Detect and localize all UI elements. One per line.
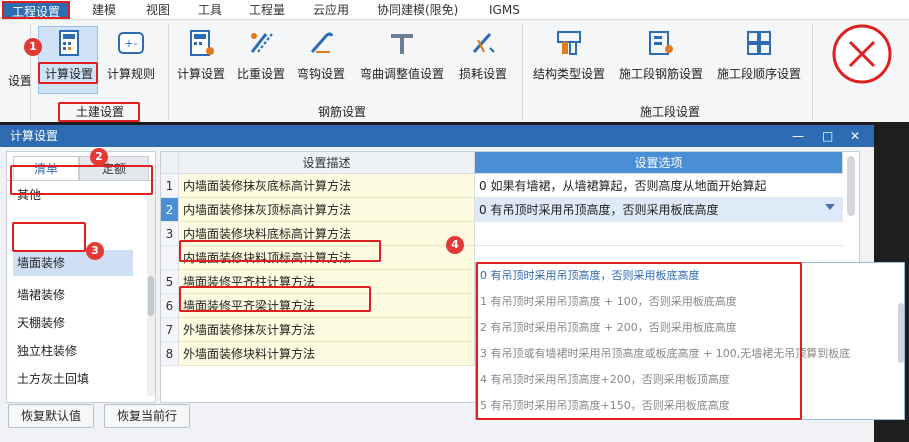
menu-modeling[interactable]: 建模 xyxy=(92,2,116,18)
section-rebar-label: 施工段钢筋设置 xyxy=(618,67,703,81)
row-desc: 外墙面装修抹灰计算方法 xyxy=(179,318,475,342)
menu-igms[interactable]: IGMS xyxy=(489,2,520,18)
bend-adjust-icon xyxy=(391,34,413,54)
weight-icon xyxy=(250,33,273,53)
calc-rules-icon: +- xyxy=(118,32,144,54)
chevron-down-icon[interactable] xyxy=(825,204,835,210)
list-item[interactable]: 墙裙装修 xyxy=(13,282,133,308)
hook-settings-label: 弯钩设置 xyxy=(296,67,345,81)
bend-adjust-label: 弯曲调整值设置 xyxy=(359,67,444,81)
header-desc: 设置描述 xyxy=(179,152,475,174)
structure-type-button[interactable]: 结构类型设置 xyxy=(528,28,610,82)
row-number: 1 xyxy=(161,174,179,198)
row-desc: 内墙面装修抹灰顶标高计算方法 xyxy=(179,198,475,222)
row-number: 6 xyxy=(161,294,179,318)
step-badge: 3 xyxy=(86,242,104,260)
highlight-wall-finish xyxy=(12,222,86,252)
section-order-button[interactable]: 施工段顺序设置 xyxy=(712,28,806,82)
step-badge: 4 xyxy=(446,236,464,254)
civil-calc-rules-label: 计算规则 xyxy=(106,67,155,81)
row-number: 7 xyxy=(161,318,179,342)
step-badge: 1 xyxy=(24,38,42,56)
menu-cloud[interactable]: 云应用 xyxy=(313,2,349,18)
dropdown-scrollbar[interactable] xyxy=(898,303,904,363)
calculator-icon xyxy=(59,30,79,56)
row-option[interactable]: 0 如果有墙裙，从墙裙算起，否则高度从地面开始算起 xyxy=(475,174,843,198)
restore-default-button[interactable]: 恢复默认值 xyxy=(8,404,94,428)
menu-view[interactable]: 视图 xyxy=(146,2,170,18)
loss-settings-label: 损耗设置 xyxy=(458,67,507,81)
svg-text:+-: +- xyxy=(124,37,137,50)
section-rebar-icon xyxy=(649,31,673,55)
list-item[interactable]: 天棚装修 xyxy=(13,310,133,336)
row-option-select[interactable]: 0 有吊顶时采用吊顶高度，否则采用板底高度 xyxy=(475,198,843,222)
structure-type-label: 结构类型设置 xyxy=(532,67,605,81)
highlight-row-2 xyxy=(179,240,381,262)
list-item[interactable]: 土方灰土回填 xyxy=(13,366,133,392)
row-number: 2 xyxy=(161,198,179,222)
menu-quantities[interactable]: 工程量 xyxy=(249,2,285,18)
highlight-tabs xyxy=(10,165,153,195)
highlight-dropdown xyxy=(476,262,802,420)
row-desc: 外墙面装修块料计算方法 xyxy=(179,342,475,366)
grid-corner xyxy=(161,152,179,174)
structure-type-icon xyxy=(557,31,581,55)
dialog-close-button[interactable]: ✕ xyxy=(850,128,860,144)
section-group-label: 施工段设置 xyxy=(640,105,701,119)
section-order-icon xyxy=(747,31,771,55)
row-option[interactable] xyxy=(475,222,843,246)
civil-calc-rules-button[interactable]: +- 计算规则 xyxy=(96,28,166,82)
highlight-row-4 xyxy=(179,286,371,312)
list-item-selected[interactable]: 墙面装修 xyxy=(13,250,133,276)
section-order-label: 施工段顺序设置 xyxy=(716,67,801,81)
minimize-button[interactable]: — xyxy=(792,128,804,144)
highlight-calc-settings xyxy=(38,62,98,84)
rebar-group-label: 钢筋设置 xyxy=(318,105,367,119)
row-desc: 内墙面装修抹灰底标高计算方法 xyxy=(179,174,475,198)
bend-adjust-button[interactable]: 弯曲调整值设置 xyxy=(354,28,450,82)
menu-tools[interactable]: 工具 xyxy=(198,2,222,18)
hook-settings-button[interactable]: 弯钩设置 xyxy=(286,28,356,82)
section-rebar-button[interactable]: 施工段钢筋设置 xyxy=(614,28,708,82)
restore-row-button[interactable]: 恢复当前行 xyxy=(104,404,190,428)
menu-project-settings[interactable]: 工程设置 xyxy=(2,1,71,19)
highlight-civil-group xyxy=(58,102,140,122)
hook-icon xyxy=(310,32,334,53)
header-option: 设置选项 xyxy=(475,152,843,174)
step-badge: 2 xyxy=(90,148,108,166)
row-number xyxy=(161,246,179,270)
close-icon[interactable] xyxy=(828,20,896,88)
list-scrollbar[interactable] xyxy=(147,196,155,396)
loss-icon xyxy=(472,33,495,53)
list-item[interactable] xyxy=(13,394,133,404)
row-number: 3 xyxy=(161,222,179,246)
dialog-title: 计算设置 xyxy=(0,125,874,147)
menu-collab[interactable]: 协同建模(限免) xyxy=(377,2,458,18)
rebar-calc-icon xyxy=(190,30,214,56)
row-number: 8 xyxy=(161,342,179,366)
row-number: 5 xyxy=(161,270,179,294)
maximize-button[interactable]: □ xyxy=(822,128,833,144)
grid-scrollbar[interactable] xyxy=(847,156,855,216)
settings-icon xyxy=(0,28,20,58)
menu-bar: 工程设置 建模 视图 工具 工程量 云应用 协同建模(限免) IGMS xyxy=(0,0,909,20)
loss-settings-button[interactable]: 损耗设置 xyxy=(448,28,518,82)
list-item[interactable]: 独立柱装修 xyxy=(13,338,133,364)
